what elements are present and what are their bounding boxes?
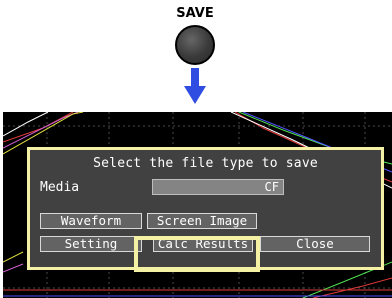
save-dialog: Select the file type to save Media CF Wa…: [27, 147, 384, 270]
save-key-button[interactable]: [175, 25, 215, 65]
calc-results-button[interactable]: Calc Results: [153, 236, 253, 252]
close-button[interactable]: Close: [260, 236, 370, 252]
save-key-label: SAVE: [176, 6, 214, 21]
dialog-title: Select the file type to save: [93, 156, 318, 171]
instrument-screen: Select the file type to save Media CF Wa…: [3, 112, 392, 298]
waveform-button[interactable]: Waveform: [40, 213, 142, 229]
screen-image-button[interactable]: Screen Image: [147, 213, 257, 229]
setting-button[interactable]: Setting: [40, 236, 142, 252]
down-arrow-icon: [184, 68, 206, 104]
media-field[interactable]: CF: [152, 179, 284, 195]
media-label: Media: [40, 180, 80, 195]
